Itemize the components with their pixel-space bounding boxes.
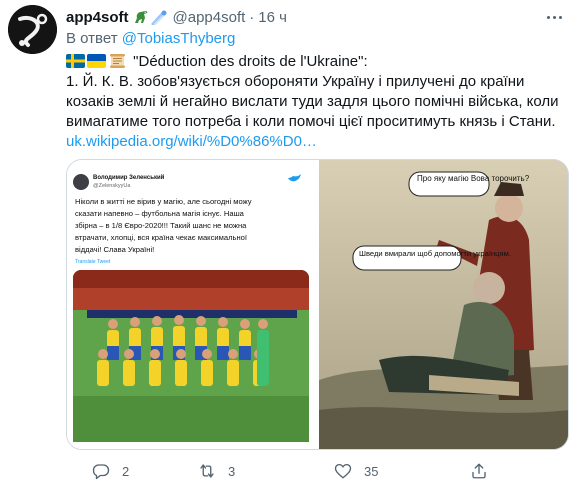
embedded-text-line-2: сказати напевно – футбольна магія існує.… <box>75 209 245 218</box>
author-emoji <box>133 9 168 25</box>
tweet-line-1: 1. Й. К. В. зобов'язується обороняти Укр… <box>66 73 525 90</box>
embedded-text-line-4: втрачати, хлопці, вся країна чекає макси… <box>75 233 248 242</box>
share-button[interactable] <box>470 460 488 482</box>
sweden-flag-icon <box>66 54 85 68</box>
meme-bubble-left: Шведи вмирали щоб допомогти українцям. <box>359 249 511 258</box>
meme-painting: Про яку магію Вова торочить? Шведи вмира… <box>319 160 568 449</box>
reply-icon <box>92 464 110 480</box>
zelensky-avatar <box>73 174 89 190</box>
retweet-count: 3 <box>228 463 236 479</box>
tweet-line-3: вимагатиме того потреба і коли помочі ці… <box>66 113 556 130</box>
reply-count: 2 <box>122 463 130 479</box>
retweet-icon <box>200 464 214 478</box>
author-name[interactable]: app4soft <box>66 9 129 26</box>
team-photo <box>73 270 309 442</box>
dinosaur-icon <box>134 11 147 23</box>
embedded-text-line-5: віддачі! Слава Україні! <box>75 245 154 254</box>
tweet-header: app4soft @app4soft · 16 ч <box>66 6 287 28</box>
like-button[interactable]: 35 <box>334 460 378 482</box>
tweet-title: "Déduction des droits de l'Ukraine": <box>133 53 368 70</box>
tweet-line-2: козаків землі й негайно вислати туди зад… <box>66 93 559 110</box>
reply-prefix: В ответ <box>66 30 118 47</box>
embedded-author-handle: @ZelenskyyUa <box>93 183 131 189</box>
embedded-text-line-3: збірна – в 1/8 Євро-2020!!! Такий шанс н… <box>75 221 247 230</box>
embedded-tweet-screenshot: Володимир Зеленський @ZelenskyyUa Ніколи… <box>67 160 317 449</box>
more-dot <box>546 15 550 19</box>
wikipedia-link[interactable]: uk.wikipedia.org/wiki/%D0%86%D0… <box>66 132 571 152</box>
more-options-button[interactable] <box>541 8 567 26</box>
author-handle[interactable]: @app4soft <box>173 9 246 26</box>
ukraine-flag-icon <box>87 54 106 68</box>
separator-dot: · <box>249 8 255 26</box>
tweet-text: "Déduction des droits de l'Ukraine": 1. … <box>66 52 571 152</box>
avatar[interactable] <box>8 5 57 54</box>
share-icon <box>472 463 486 479</box>
embedded-text-line-1: Ніколи в житті не вірив у магію, але сьо… <box>75 197 252 206</box>
tweet[interactable]: app4soft @app4soft · 16 ч В ответ @Tobia… <box>0 0 577 487</box>
heart-icon <box>334 463 352 479</box>
embedded-translate: Translate Tweet <box>75 259 111 265</box>
meme-bubble-top: Про яку магію Вова торочить? <box>417 174 530 183</box>
comet-icon <box>151 10 167 25</box>
retweet-button[interactable]: 3 <box>198 460 235 482</box>
tweet-actions: 2 3 35 <box>66 460 536 482</box>
reply-context: В ответ @TobiasThyberg <box>66 30 235 47</box>
tweet-time[interactable]: 16 ч <box>258 9 287 26</box>
reply-mention[interactable]: @TobiasThyberg <box>122 30 236 47</box>
more-dot <box>552 15 556 19</box>
embedded-author-name: Володимир Зеленський <box>93 174 165 181</box>
more-dot <box>558 15 562 19</box>
like-count: 35 <box>364 463 379 479</box>
scroll-icon <box>108 54 127 68</box>
reply-button[interactable]: 2 <box>92 460 129 482</box>
tweet-title-line: "Déduction des droits de l'Ukraine": <box>66 52 571 72</box>
media-image[interactable]: Володимир Зеленський @ZelenskyyUa Ніколи… <box>66 159 569 450</box>
